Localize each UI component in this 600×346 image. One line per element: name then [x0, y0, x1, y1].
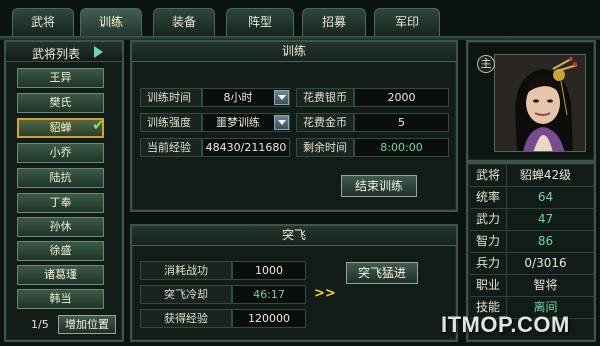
time-dropdown-arrow-icon[interactable] [274, 90, 289, 105]
tab-recruit[interactable]: 招募 [302, 8, 366, 36]
silver-cost-label: 花费银币 [296, 88, 354, 107]
general-item[interactable]: 徐盛 [17, 241, 104, 261]
general-list-header: 武将列表 [6, 42, 122, 62]
leader-badge: 主 [477, 55, 495, 73]
remaining-time-label: 剩余时间 [296, 138, 354, 157]
breakthrough-button[interactable]: 突飞猛进 [346, 262, 418, 284]
stat-value: 0/3016 [524, 256, 567, 270]
general-item[interactable]: 丁奉 [17, 193, 104, 213]
gold-cost-value: 5 [354, 113, 449, 132]
stat-label: 职业 [470, 275, 507, 296]
stat-value: 智将 [533, 278, 558, 292]
stat-value: 貂蝉42级 [519, 168, 572, 182]
end-training-button[interactable]: 结束训练 [341, 175, 417, 197]
stat-label: 兵力 [470, 253, 507, 274]
general-list-title: 武将列表 [32, 47, 81, 61]
general-item[interactable]: 貂蝉 [17, 118, 104, 138]
remaining-time-value: 8:00:00 [354, 138, 449, 157]
double-chevron-icon: >> [314, 286, 336, 301]
training-intensity-label: 训练强度 [140, 113, 202, 132]
cooldown-label: 突飞冷却 [140, 285, 232, 304]
page-indicator: 1/5 [31, 318, 49, 331]
stat-row: 武力 47 [470, 209, 594, 231]
current-exp-label: 当前经验 [140, 138, 202, 157]
training-time-label: 训练时间 [140, 88, 202, 107]
silver-cost-value: 2000 [354, 88, 449, 107]
stat-value: 86 [537, 234, 554, 248]
general-portrait [494, 54, 586, 152]
stat-row: 智力 86 [470, 231, 594, 253]
play-arrow-icon[interactable] [94, 46, 103, 58]
stat-row: 兵力 0/3016 [470, 253, 594, 275]
general-item[interactable]: 韩当 [17, 289, 104, 309]
checkmark-icon: ✔ [92, 116, 105, 134]
tab-training[interactable]: 训练 [80, 8, 142, 36]
intensity-dropdown-arrow-icon[interactable] [274, 115, 289, 130]
stat-row: 职业 智将 [470, 275, 594, 297]
stat-label: 武力 [470, 209, 507, 230]
merit-cost-label: 消耗战功 [140, 261, 232, 280]
tab-seal[interactable]: 军印 [374, 8, 440, 36]
merit-cost-value: 1000 [232, 261, 306, 280]
general-item[interactable]: 王异 [17, 68, 104, 88]
stat-label: 武将 [470, 165, 507, 186]
gold-cost-label: 花费金币 [296, 113, 354, 132]
tab-equipment[interactable]: 装备 [153, 8, 215, 36]
stat-value: 47 [537, 212, 554, 226]
tab-generals[interactable]: 武将 [12, 8, 74, 36]
gained-exp-label: 获得经验 [140, 309, 232, 328]
training-panel-title: 训练 [132, 42, 456, 62]
general-item[interactable]: 樊氏 [17, 93, 104, 113]
stat-value: 64 [537, 190, 554, 204]
breakthrough-panel-title: 突飞 [132, 226, 456, 246]
current-exp-value: 48430/211680 [202, 138, 290, 157]
gained-exp-value: 120000 [232, 309, 306, 328]
tab-formation[interactable]: 阵型 [226, 8, 294, 36]
cooldown-value: 46:17 [232, 285, 306, 304]
stat-label: 智力 [470, 231, 507, 252]
stat-row: 武将 貂蝉42级 [470, 165, 594, 187]
general-item[interactable]: 孙休 [17, 217, 104, 237]
general-item[interactable]: 诸葛瑾 [17, 265, 104, 285]
general-item[interactable]: 小乔 [17, 143, 104, 163]
watermark: ITMOP.COM [441, 312, 570, 337]
general-item[interactable]: 陆抗 [17, 168, 104, 188]
portrait-image [495, 55, 585, 151]
stat-row: 统率 64 [470, 187, 594, 209]
add-slot-button[interactable]: 增加位置 [58, 315, 116, 334]
stat-label: 统率 [470, 187, 507, 208]
